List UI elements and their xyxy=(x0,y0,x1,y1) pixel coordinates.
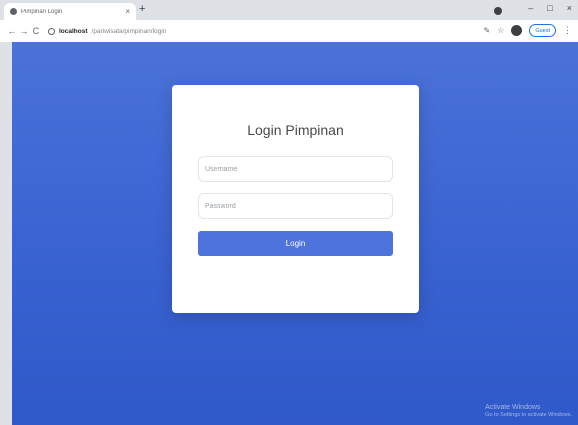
more-menu-icon[interactable]: ⋮ xyxy=(563,25,572,36)
watermark-subtitle: Go to Settings to activate Windows. xyxy=(485,411,572,418)
maximize-button[interactable]: □ xyxy=(547,3,552,13)
site-info-icon[interactable] xyxy=(48,27,55,35)
activate-windows-watermark: Activate Windows Go to Settings to activ… xyxy=(485,403,572,419)
extensions-icon[interactable]: ✎ xyxy=(483,26,490,35)
profile-avatar-icon[interactable] xyxy=(511,25,523,36)
login-title: Login Pimpinan xyxy=(247,122,344,138)
browser-toolbar: ← → C localhost/pariwisata/pimpinan/logi… xyxy=(0,20,578,42)
page-viewport: Login Pimpinan Login Activate Windows Go… xyxy=(12,42,578,425)
url-host: localhost xyxy=(59,27,88,35)
login-button[interactable]: Login xyxy=(198,231,393,256)
username-field[interactable] xyxy=(198,156,393,182)
bookmark-star-icon[interactable]: ☆ xyxy=(497,26,504,35)
watermark-title: Activate Windows xyxy=(485,403,541,411)
tab-title: Pimpinan Login xyxy=(21,8,63,15)
reload-button[interactable]: C xyxy=(30,26,42,36)
close-window-button[interactable]: × xyxy=(567,3,572,13)
forward-button[interactable]: → xyxy=(18,26,30,36)
address-bar[interactable]: localhost/pariwisata/pimpinan/login xyxy=(48,23,468,39)
login-card: Login Pimpinan Login xyxy=(172,85,419,313)
new-tab-button[interactable]: + xyxy=(139,4,145,15)
profile-button[interactable]: Guest xyxy=(529,24,556,37)
password-field[interactable] xyxy=(198,193,393,219)
minimize-button[interactable]: – xyxy=(528,3,533,13)
tab-strip: Pimpinan Login × + – □ × xyxy=(0,0,578,20)
url-path: /pariwisata/pimpinan/login xyxy=(91,27,167,35)
browser-tab[interactable]: Pimpinan Login × xyxy=(4,3,136,20)
back-button[interactable]: ← xyxy=(6,26,18,36)
tab-close-icon[interactable]: × xyxy=(125,7,130,16)
favicon-icon xyxy=(10,8,17,15)
browser-menu-dot-icon[interactable] xyxy=(494,7,502,15)
